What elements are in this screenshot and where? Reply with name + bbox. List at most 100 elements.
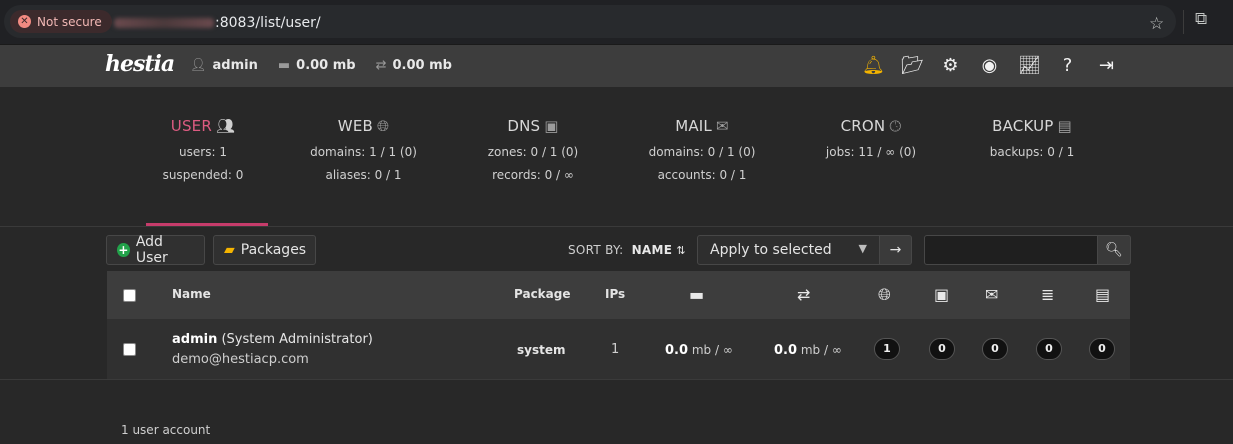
url-path: :8083/list/user/: [215, 15, 321, 31]
clock-icon: 🕓︎: [889, 117, 902, 135]
web-count-badge: 1: [874, 338, 900, 360]
plus-circle-icon: +: [117, 243, 130, 257]
globe-icon: 🌐︎: [878, 285, 891, 304]
select-all-checkbox[interactable]: [123, 289, 136, 302]
sort-by-value[interactable]: NAME: [632, 243, 673, 257]
packages-label: Packages: [240, 242, 307, 258]
dns-count-badge: 0: [929, 338, 955, 360]
disk-unit: mb / ∞: [691, 343, 733, 357]
tab-title: WEB: [337, 117, 373, 135]
user-count: 1 user account: [121, 423, 211, 437]
database-icon: ≣: [1041, 285, 1055, 304]
search-button[interactable]: 🔍︎: [1097, 235, 1131, 265]
tab-dns[interactable]: DNS ▣ zones: 0 / 1 (0) records: 0 / ∞: [468, 87, 598, 227]
sort-by-label: SORT BY:: [568, 243, 624, 257]
gear-icon[interactable]: ⚙: [940, 55, 961, 77]
add-user-button[interactable]: + Add User: [106, 234, 205, 266]
mail-bulk-icon: ✉: [716, 117, 729, 135]
stat-line: domains: 1 / 1 (0): [310, 145, 417, 159]
username-link[interactable]: admin: [172, 332, 217, 347]
box-icon: ▰: [224, 242, 235, 258]
tab-title: BACKUP: [992, 117, 1054, 135]
blurred-host: [114, 18, 214, 28]
tab-title: USER: [170, 117, 212, 135]
stat-line: users: 1: [179, 145, 227, 159]
globe-icon: 🌐︎: [377, 117, 390, 135]
disk-usage-cell: 0.0 mb / ∞: [665, 343, 733, 358]
tab-cron[interactable]: CRON 🕓︎ jobs: 11 / ∞ (0): [806, 87, 936, 227]
mail-bulk-icon: ✉: [985, 285, 999, 304]
bandwidth-unit: mb / ∞: [800, 343, 842, 357]
address-bar[interactable]: ✕ Not secure :8083/list/user/ ☆: [4, 5, 1176, 38]
tab-backup[interactable]: BACKUP ▤ backups: 0 / 1: [967, 87, 1097, 227]
sort-by-control[interactable]: SORT BY: NAME ⇅: [568, 243, 686, 257]
user-fullname: (System Administrator): [221, 332, 373, 347]
row-checkbox[interactable]: [123, 343, 136, 356]
hdd-icon: ▬: [689, 285, 705, 304]
mail-count-badge: 0: [982, 338, 1008, 360]
exchange-icon: ⇄: [375, 58, 387, 73]
column-ips[interactable]: IPs: [605, 287, 625, 301]
tab-user[interactable]: USER 👥︎ users: 1 suspended: 0: [138, 87, 268, 227]
stat-line: records: 0 / ∞: [492, 168, 574, 182]
backup-count-badge: 0: [1089, 338, 1115, 360]
tab-title: CRON: [840, 117, 886, 135]
stat-line: jobs: 11 / ∞ (0): [825, 145, 917, 159]
user-package: system: [517, 343, 566, 357]
column-name[interactable]: Name: [172, 287, 211, 301]
table-header: Name Package IPs ▬ ⇄ 🌐︎ ▣ ✉ ≣ ▤: [107, 271, 1130, 319]
stat-line: zones: 0 / 1 (0): [487, 145, 579, 159]
star-icon[interactable]: ☆: [1149, 14, 1164, 34]
help-icon[interactable]: ?: [1057, 55, 1078, 77]
disk-value: 0.0: [665, 343, 689, 358]
logout-icon[interactable]: ⇥: [1096, 55, 1117, 77]
file-archive-icon: ▤: [1095, 285, 1111, 304]
tab-title: DNS: [507, 117, 541, 135]
apply-button[interactable]: →: [879, 235, 912, 265]
stats-tabs: USER 👥︎ users: 1 suspended: 0 WEB 🌐︎ domai…: [0, 87, 1233, 227]
chevron-down-icon: ▼: [858, 242, 867, 255]
tab-mail[interactable]: MAIL ✉ domains: 0 / 1 (0) accounts: 0 / 1: [637, 87, 767, 227]
stat-line: backups: 0 / 1: [989, 145, 1075, 159]
list-toolbar: + Add User ▰ Packages SORT BY: NAME ⇅ Ap…: [0, 227, 1233, 270]
user-ips: 1: [611, 342, 620, 357]
user-icon: 👤︎: [190, 58, 207, 73]
bell-icon[interactable]: 🔔︎: [862, 55, 885, 77]
users-icon: 👥︎: [215, 117, 236, 135]
browser-toolbar: ✕ Not secure :8083/list/user/ ☆ ⧉: [0, 0, 1233, 44]
stat-line: accounts: 0 / 1: [657, 168, 747, 182]
stat-line: aliases: 0 / 1: [325, 168, 402, 182]
address-book-icon: ▣: [544, 117, 559, 135]
bulk-action-value: Apply to selected: [710, 242, 832, 258]
stat-line: domains: 0 / 1 (0): [648, 145, 756, 159]
security-indicator[interactable]: ✕ Not secure: [10, 10, 112, 33]
divider: [0, 379, 1233, 380]
folder-icon[interactable]: 📂︎: [901, 55, 924, 77]
db-count-badge: 0: [1036, 338, 1062, 360]
stat-line: suspended: 0: [162, 168, 244, 182]
user-email: demo@hestiacp.com: [172, 352, 309, 367]
file-archive-icon: ▤: [1057, 117, 1072, 135]
puzzle-icon[interactable]: ⧉: [1195, 9, 1207, 29]
arrow-right-icon: →: [889, 242, 902, 258]
warning-icon: ✕: [18, 15, 31, 28]
chart-line-icon[interactable]: 📈︎: [1018, 55, 1041, 77]
tab-web[interactable]: WEB 🌐︎ domains: 1 / 1 (0) aliases: 0 / 1: [296, 87, 431, 227]
top-navigation: hestia 👤︎ admin ▬ 0.00 mb ⇄ 0.00 mb 🔔︎ 📂…: [0, 44, 1233, 87]
username[interactable]: admin: [213, 58, 258, 73]
search-input[interactable]: [924, 235, 1098, 265]
sort-alpha-icon: ⇅: [676, 244, 686, 257]
hestia-logo[interactable]: hestia: [105, 51, 175, 77]
bandwidth-usage-cell: 0.0 mb / ∞: [774, 343, 842, 358]
column-package[interactable]: Package: [514, 287, 571, 301]
bandwidth-value: 0.0: [774, 343, 798, 358]
table-row: admin (System Administrator) demo@hestia…: [107, 319, 1130, 379]
toolbar-divider: [1183, 10, 1184, 34]
bulk-action-select[interactable]: Apply to selected ▼: [697, 235, 880, 265]
user-summary: 👤︎ admin ▬ 0.00 mb ⇄ 0.00 mb: [190, 58, 452, 73]
user-name[interactable]: admin (System Administrator): [172, 332, 373, 347]
exchange-icon: ⇄: [797, 285, 811, 304]
user-circle-icon[interactable]: ◉: [979, 55, 1000, 77]
packages-button[interactable]: ▰ Packages: [213, 235, 316, 265]
tab-title: MAIL: [675, 117, 712, 135]
